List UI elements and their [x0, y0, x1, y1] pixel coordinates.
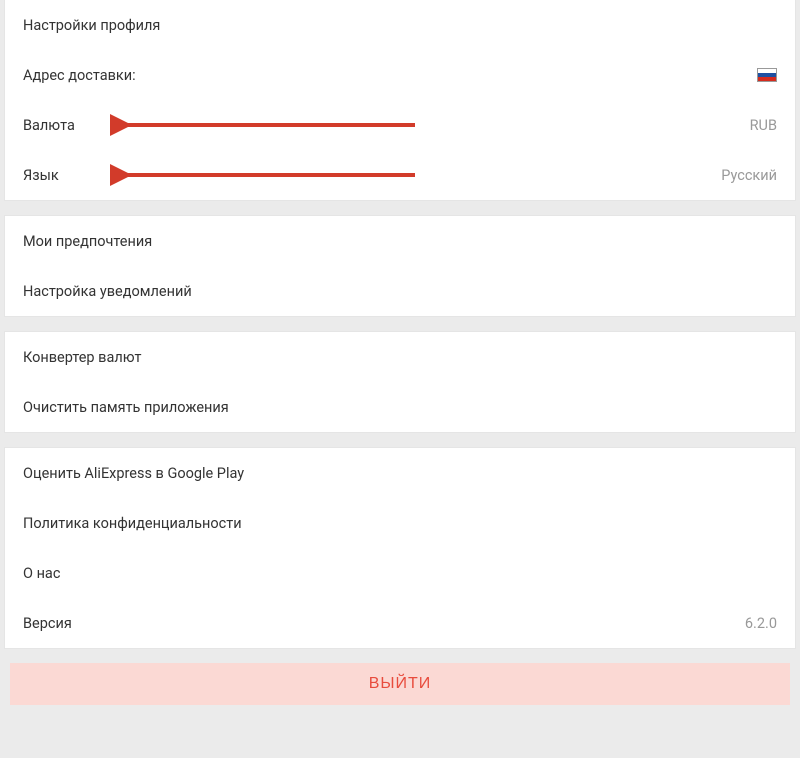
- privacy-policy-label: Политика конфиденциальности: [23, 515, 242, 532]
- notification-settings-label: Настройка уведомлений: [23, 283, 192, 300]
- logout-container: ВЫЙТИ: [0, 649, 800, 705]
- row-rate-app[interactable]: Оценить AliExpress в Google Play: [5, 448, 795, 498]
- language-value: Русский: [721, 167, 777, 184]
- profile-section: Настройки профиля Адрес доставки: Валюта…: [4, 0, 796, 201]
- row-about-us[interactable]: О нас: [5, 548, 795, 598]
- info-section: Оценить AliExpress в Google Play Политик…: [4, 447, 796, 649]
- row-currency-converter[interactable]: Конвертер валют: [5, 332, 795, 382]
- arrow-annotation-icon: [110, 114, 420, 136]
- about-us-label: О нас: [23, 565, 60, 582]
- currency-label: Валюта: [23, 117, 75, 134]
- my-preferences-label: Мои предпочтения: [23, 233, 152, 250]
- currency-converter-label: Конвертер валют: [23, 349, 142, 366]
- row-currency[interactable]: Валюта RUB: [5, 100, 795, 150]
- shipping-address-label: Адрес доставки:: [23, 67, 136, 84]
- row-language[interactable]: Язык Русский: [5, 150, 795, 200]
- logout-button[interactable]: ВЫЙТИ: [10, 663, 790, 705]
- row-version: Версия 6.2.0: [5, 598, 795, 648]
- row-privacy-policy[interactable]: Политика конфиденциальности: [5, 498, 795, 548]
- row-clear-memory[interactable]: Очистить память приложения: [5, 382, 795, 432]
- version-label: Версия: [23, 615, 72, 632]
- profile-settings-label: Настройки профиля: [23, 17, 160, 34]
- tools-section: Конвертер валют Очистить память приложен…: [4, 331, 796, 433]
- clear-memory-label: Очистить память приложения: [23, 399, 229, 416]
- rate-app-label: Оценить AliExpress в Google Play: [23, 465, 244, 482]
- row-notification-settings[interactable]: Настройка уведомлений: [5, 266, 795, 316]
- currency-value: RUB: [750, 117, 777, 134]
- row-shipping-address[interactable]: Адрес доставки:: [5, 50, 795, 100]
- arrow-annotation-icon: [110, 164, 420, 186]
- language-label: Язык: [23, 167, 59, 184]
- row-my-preferences[interactable]: Мои предпочтения: [5, 216, 795, 266]
- flag-ru-icon: [757, 68, 777, 82]
- preferences-section: Мои предпочтения Настройка уведомлений: [4, 215, 796, 317]
- version-value: 6.2.0: [745, 615, 777, 632]
- row-profile-settings[interactable]: Настройки профиля: [5, 0, 795, 50]
